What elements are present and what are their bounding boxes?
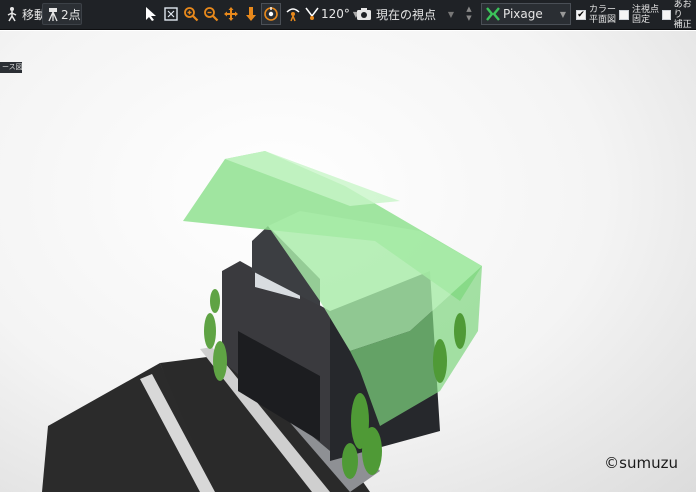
toolbar: 移動 2点 120° ▼ 現在の視点 ▼ ▲ ▼ Pixage ▼ ✔ カラー … bbox=[0, 0, 696, 30]
zoom-out-button[interactable] bbox=[201, 3, 221, 25]
watermark: ©sumuzu bbox=[604, 454, 678, 472]
zoom-in-icon bbox=[181, 4, 201, 24]
viewpoint-dropdown-button[interactable]: ▼ bbox=[444, 3, 458, 25]
walk-person-icon bbox=[2, 4, 22, 24]
3d-viewport[interactable]: ース図 ©sumuzu bbox=[0, 31, 696, 492]
checkbox-checked-icon: ✔ bbox=[576, 9, 586, 20]
checkbox-unchecked-icon bbox=[619, 10, 629, 20]
orbit-icon bbox=[262, 4, 280, 24]
tripod-icon bbox=[45, 4, 61, 24]
chevron-down-icon: ▼ bbox=[559, 9, 566, 19]
color-plan-label: カラー 平面図 bbox=[589, 5, 617, 25]
color-plan-checkbox[interactable]: ✔ カラー 平面図 bbox=[576, 2, 616, 28]
fov-value: 120° bbox=[321, 7, 350, 21]
two-point-label: 2点 bbox=[61, 7, 81, 22]
render-engine-value: Pixage bbox=[503, 7, 543, 21]
walk-button[interactable] bbox=[283, 3, 303, 25]
fit-view-icon bbox=[161, 4, 181, 24]
view-tab[interactable]: ース図 bbox=[0, 62, 22, 73]
viewpoint-stepper[interactable]: ▲ ▼ bbox=[461, 3, 477, 25]
zoom-in-button[interactable] bbox=[181, 3, 201, 25]
tilt-correct-label: あおり 補正 bbox=[673, 0, 692, 30]
move-down-button[interactable] bbox=[241, 3, 261, 25]
house-3d-render bbox=[42, 151, 482, 492]
render-engine-select[interactable]: Pixage ▼ bbox=[481, 3, 571, 25]
pan-icon bbox=[221, 4, 241, 24]
move-tool-button[interactable]: 移動 bbox=[2, 3, 46, 25]
viewpoint-button[interactable]: 現在の視点 bbox=[354, 3, 436, 25]
fix-gaze-checkbox[interactable]: 注視点 固定 bbox=[619, 2, 659, 28]
fov-icon bbox=[303, 4, 321, 24]
two-point-button[interactable]: 2点 bbox=[42, 3, 82, 25]
chevron-up-icon: ▲ bbox=[466, 5, 472, 13]
chevron-down-icon: ▼ bbox=[466, 14, 472, 22]
fit-view-button[interactable] bbox=[161, 3, 181, 25]
tilt-correct-checkbox[interactable]: あおり 補正 bbox=[662, 0, 696, 30]
viewpoint-label: 現在の視点 bbox=[376, 7, 437, 22]
orbit-button[interactable] bbox=[261, 3, 281, 25]
camera-icon bbox=[354, 4, 374, 24]
walk-icon bbox=[283, 4, 303, 24]
fix-gaze-label: 注視点 固定 bbox=[632, 5, 660, 25]
fov-dropdown[interactable]: 120° ▼ bbox=[303, 3, 359, 25]
move-down-icon bbox=[241, 4, 261, 24]
select-arrow-icon bbox=[141, 4, 161, 24]
checkbox-unchecked-icon bbox=[662, 10, 671, 20]
select-arrow-button[interactable] bbox=[141, 3, 161, 25]
zoom-out-icon bbox=[201, 4, 221, 24]
chevron-down-icon: ▼ bbox=[447, 9, 455, 19]
pixage-logo-icon bbox=[485, 4, 501, 24]
pan-button[interactable] bbox=[221, 3, 241, 25]
